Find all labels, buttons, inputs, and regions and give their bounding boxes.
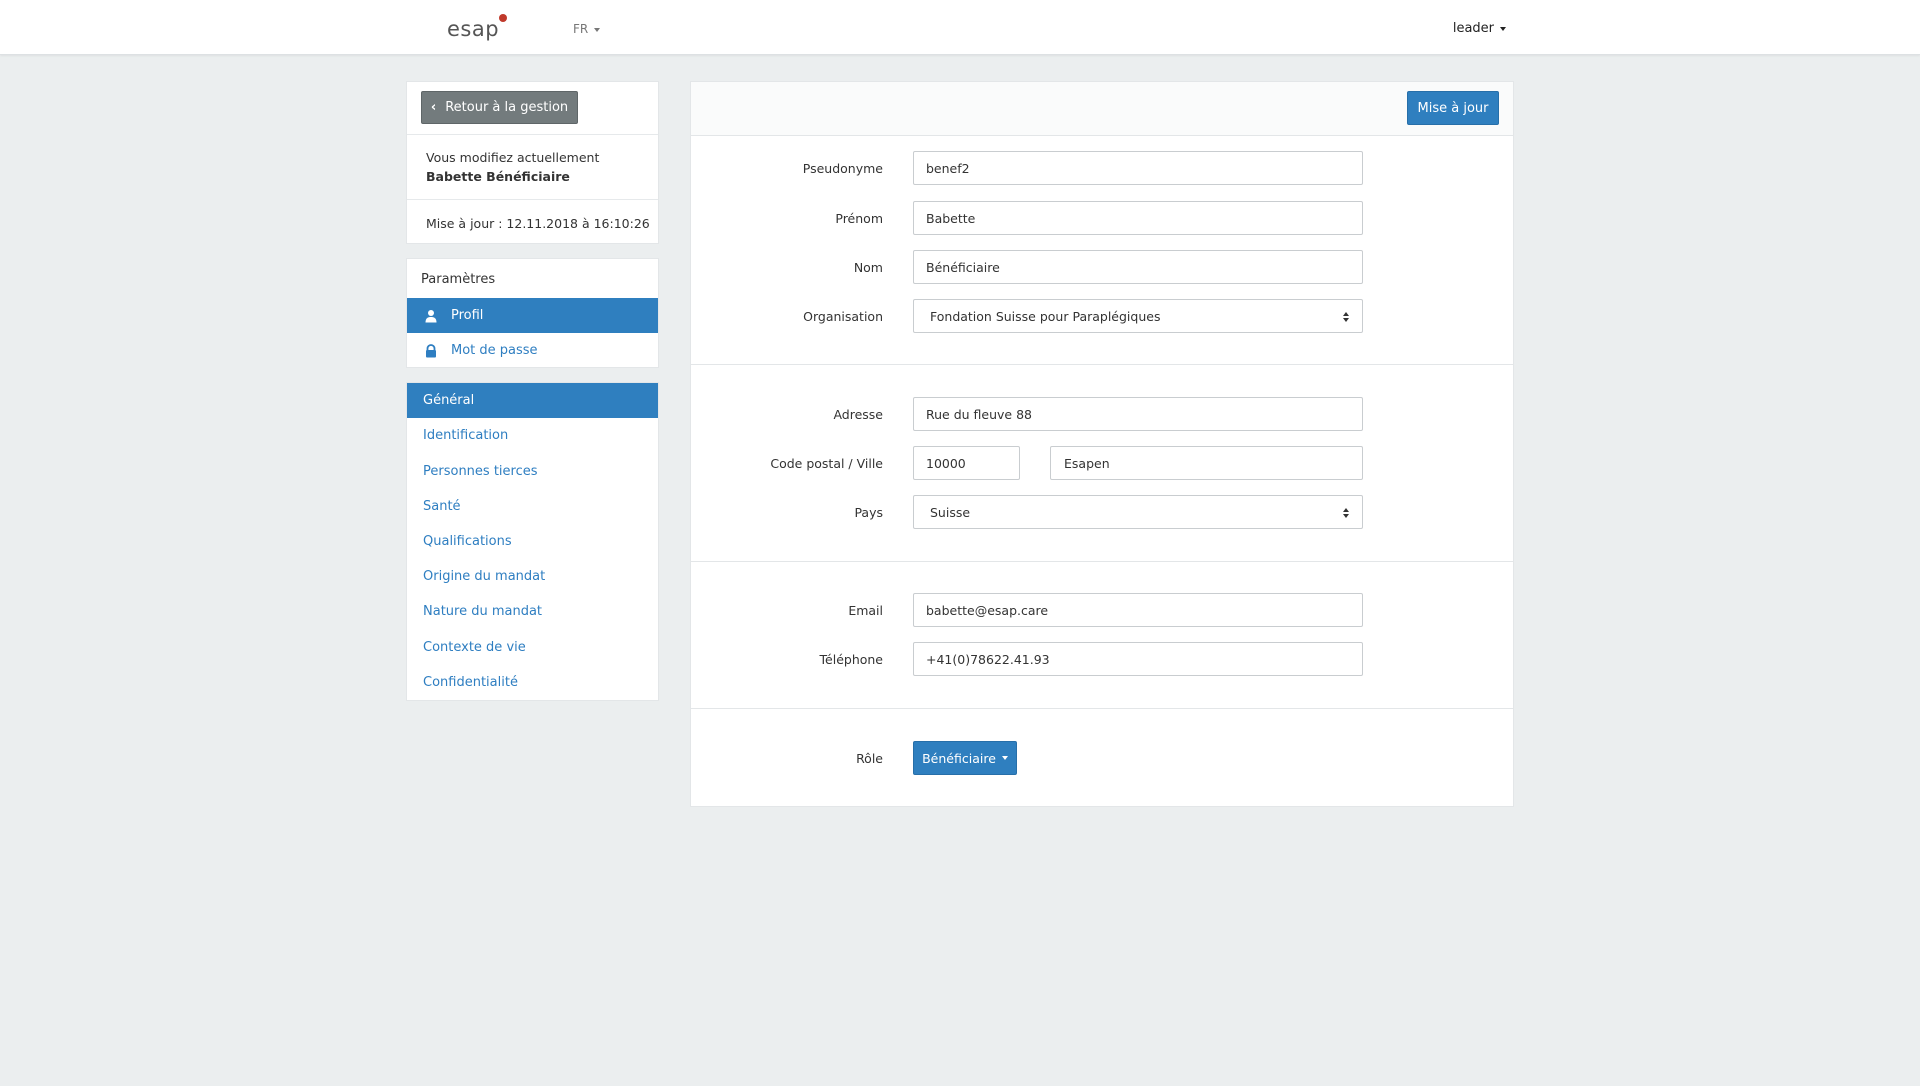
lastname-input[interactable]: Bénéficiaire [913,250,1363,284]
select-arrows-icon [1342,506,1350,520]
phone-value: +41(0)78622.41.93 [926,651,1050,667]
pseudonym-value: benef2 [926,160,970,176]
firstname-value: Babette [926,210,976,226]
country-select[interactable]: Suisse [913,495,1363,529]
address-label: Adresse [833,407,883,422]
postal-code-value: 10000 [926,455,966,471]
address-value: Rue du fleuve 88 [926,406,1032,422]
registered-mark-icon [499,14,508,22]
section-divider [691,561,1513,562]
form-toolbar [691,82,1513,136]
menu-item-label: Confidentialité [423,675,518,690]
pseudonym-input[interactable]: benef2 [913,151,1363,185]
organisation-select[interactable]: Fondation Suisse pour Paraplégiques [913,299,1363,333]
role-label: Rôle [856,751,883,766]
country-value: Suisse [930,504,971,520]
postal-code-input[interactable]: 10000 [913,446,1020,480]
menu-item-qualifications[interactable]: Qualifications [407,524,658,559]
user-name: leader [1452,21,1494,36]
email-input[interactable]: babette@esap.care [913,593,1363,627]
menu-item-health[interactable]: Santé [407,489,658,524]
pseudonym-label: Pseudonyme [802,161,883,176]
menu-item-label: Mot de passe [451,343,538,358]
lock-icon [424,343,438,358]
user-icon [424,309,438,323]
select-arrows-icon [1342,310,1350,324]
city-value: Esapen [1064,455,1110,471]
menu-item-mandate-origin[interactable]: Origine du mandat [407,559,658,594]
back-button-label: Retour à la gestion [445,100,569,115]
postal-city-label: Code postal / Ville [770,456,883,471]
menu-item-label: Santé [423,499,461,514]
last-updated-text: Mise à jour : 12.11.2018 à 16:10:26 [426,216,650,231]
menu-item-identification[interactable]: Identification [407,418,658,453]
chevron-left-icon: ‹ [430,100,437,115]
profile-form-panel: Mise à jour Pseudonyme benef2 Prénom Bab… [690,81,1514,807]
firstname-input[interactable]: Babette [913,201,1363,235]
email-label: Email [848,603,883,618]
section-divider [691,708,1513,709]
general-menu: Général Identification Personnes tierces… [406,382,659,701]
menu-item-label: Personnes tierces [423,464,538,479]
address-input[interactable]: Rue du fleuve 88 [913,397,1363,431]
organisation-label: Organisation [803,309,883,324]
country-label: Pays [854,505,883,520]
organisation-value: Fondation Suisse pour Paraplégiques [930,308,1161,324]
caret-down-icon [1001,756,1008,760]
city-input[interactable]: Esapen [1050,446,1363,480]
role-dropdown[interactable]: Bénéficiaire [913,741,1017,775]
menu-item-confidentiality[interactable]: Confidentialité [407,665,658,700]
role-value: Bénéficiaire [922,750,996,766]
menu-item-life-context[interactable]: Contexte de vie [407,630,658,665]
phone-input[interactable]: +41(0)78622.41.93 [913,642,1363,676]
back-to-management-button[interactable]: ‹ Retour à la gestion [421,91,578,124]
caret-down-icon [1500,26,1506,31]
settings-menu: Paramètres Profil Mot de passe [406,258,659,368]
record-info-panel: ‹ Retour à la gestion Vous modifiez actu… [406,81,659,244]
settings-title: Paramètres [421,272,496,287]
menu-item-label: Identification [423,428,509,443]
last-updated: Mise à jour : 12.11.2018 à 16:10:26 [407,199,658,244]
language-dropdown[interactable]: FR [573,22,601,36]
email-value: babette@esap.care [926,602,1049,618]
lastname-value: Bénéficiaire [926,259,1000,275]
menu-item-password[interactable]: Mot de passe [407,333,658,368]
menu-item-label: Origine du mandat [423,569,546,584]
lastname-label: Nom [853,260,883,275]
phone-label: Téléphone [819,652,883,667]
menu-item-mandate-nature[interactable]: Nature du mandat [407,594,658,629]
update-button[interactable]: Mise à jour [1407,91,1499,125]
menu-item-label: Nature du mandat [423,604,543,619]
menu-item-label: Contexte de vie [423,640,526,655]
general-title: Général [423,393,475,408]
section-divider [691,364,1513,365]
firstname-label: Prénom [835,211,883,226]
menu-item-profile[interactable]: Profil [407,298,658,333]
top-navbar: esap FR leader [0,0,1920,55]
logo-text: esap [447,17,500,41]
language-label: FR [573,22,589,36]
menu-item-third-parties[interactable]: Personnes tierces [407,454,658,489]
general-header[interactable]: Général [407,383,658,418]
caret-down-icon [594,27,601,32]
menu-item-label: Profil [451,308,484,323]
user-menu-dropdown[interactable]: leader [1453,21,1506,36]
menu-item-label: Qualifications [423,534,512,549]
esap-logo[interactable]: esap [447,14,508,41]
update-button-label: Mise à jour [1417,100,1489,116]
editing-label: Vous modifiez actuellement [426,150,600,165]
editing-name: Babette Bénéficiaire [426,169,570,184]
editing-info: Vous modifiez actuellement Babette Bénéf… [407,134,658,184]
